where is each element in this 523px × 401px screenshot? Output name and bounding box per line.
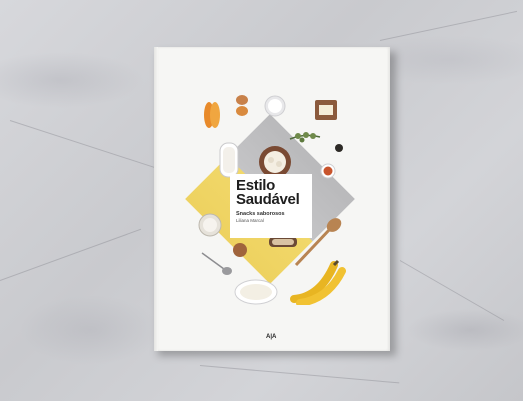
book-cover: Estilo Saudável Snacks saborosos Liliana… bbox=[154, 47, 390, 351]
nut-bowl bbox=[233, 243, 247, 257]
papaya-slices bbox=[204, 102, 220, 128]
butter-dish bbox=[315, 100, 337, 120]
cup bbox=[320, 163, 336, 179]
bananas bbox=[290, 259, 346, 305]
title-panel: Estilo Saudável Snacks saborosos Liliana… bbox=[230, 174, 312, 238]
book-spine bbox=[154, 47, 158, 351]
herb-sprig bbox=[289, 132, 321, 143]
metal-spoon bbox=[201, 252, 232, 275]
publisher-logo: A|A bbox=[266, 334, 277, 340]
egg bbox=[236, 95, 248, 116]
dark-berry bbox=[335, 144, 343, 152]
book-author: Liliana Marcal bbox=[236, 218, 264, 223]
book-title-line2: Saudável bbox=[236, 191, 300, 208]
book-subtitle: Snacks saborosos bbox=[236, 211, 285, 217]
cream-bowl bbox=[234, 279, 278, 305]
small-jar bbox=[198, 213, 222, 237]
milk-glass bbox=[264, 95, 286, 117]
